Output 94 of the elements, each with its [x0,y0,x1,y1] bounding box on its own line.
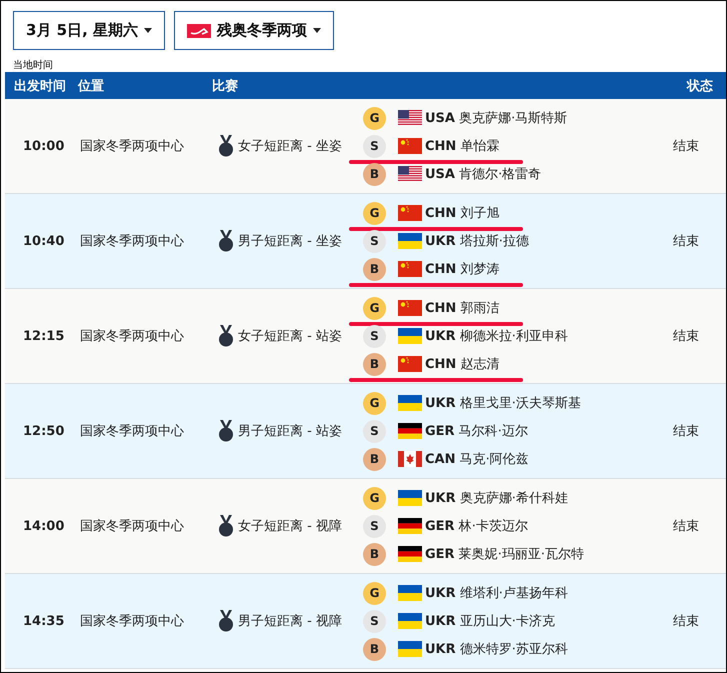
venue-name: 国家冬季两项中心 [80,328,185,345]
medal-badge: G [363,486,386,510]
venue-name: 国家冬季两项中心 [80,518,185,535]
column-header: 状态 [687,78,714,94]
venue-name: 国家冬季两项中心 [80,233,185,250]
sport-dropdown[interactable]: 残奥冬季两项 [174,11,334,50]
caret-icon [313,28,322,33]
flag-icon [398,261,422,277]
start-time: 14:35 [22,614,66,628]
medal-badge: S [363,324,386,348]
medal-badge: B [363,448,386,470]
status-text: 结束 [673,613,700,630]
event-name: 男子短距离 - 视障 [238,613,342,630]
column-header: 位置 [78,78,106,94]
column-header: 比赛 [212,78,239,94]
medal-badge: G [363,582,386,604]
medal-badge: G [363,106,386,130]
start-time: 10:00 [22,138,66,154]
column-header: 出发时间 [13,78,67,94]
medal-badge: S [363,134,386,158]
medal-icon [218,610,234,632]
start-time: 12:50 [22,424,66,438]
medal-icon [218,135,234,157]
medal-badge: G [363,202,386,224]
athlete-name: USA 奥克萨娜·马斯特斯 [425,110,568,127]
flag-icon [398,233,422,249]
event-name: 女子短距离 - 视障 [238,518,342,535]
status-text: 结束 [673,423,700,440]
athlete-name: CHN 赵志清 [425,356,500,373]
event-name: 女子短距离 - 站姿 [238,328,342,345]
athlete-name: CHN 郭雨洁 [425,300,500,317]
athlete-name: CHN 刘子旭 [425,205,500,222]
flag-icon [398,451,422,467]
medal-badge: S [363,420,386,442]
athlete-name: GER 林·卡茨迈尔 [425,518,528,535]
flag-icon [398,166,422,182]
event-name: 男子短距离 - 站姿 [238,423,342,440]
flag-icon [398,518,422,534]
event-name: 女子短距离 - 坐姿 [238,138,342,155]
athlete-name: GER 马尔科·迈尔 [425,423,528,440]
medal-icon [218,420,234,442]
athlete-name: UKR 德米特罗·苏亚尔科 [425,641,568,658]
flag-icon [398,205,422,221]
sport-logo-icon [187,24,212,38]
venue-name: 国家冬季两项中心 [80,423,185,440]
flag-icon [398,110,422,126]
medal-badge: G [363,392,386,414]
flag-icon [398,300,422,316]
flag-icon [398,613,422,629]
medal-badge: B [363,258,386,280]
medal-badge: B [363,162,386,186]
athlete-name: GER 莱奥妮·玛丽亚·瓦尔特 [425,546,584,563]
flag-icon [398,423,422,439]
athlete-name: CAN 马克·阿伦兹 [425,451,529,468]
athlete-name: CHN 刘梦涛 [425,261,500,278]
venue-name: 国家冬季两项中心 [80,613,185,630]
athlete-name: CHN 单怡霖 [425,138,500,155]
medal-badge: S [363,514,386,538]
status-text: 结束 [673,518,700,535]
status-text: 结束 [673,138,700,155]
medal-icon [218,515,234,537]
athlete-name: UKR 亚历山大·卡济克 [425,613,555,630]
athlete-name: UKR 格里戈里·沃夫琴斯基 [425,395,581,412]
flag-icon [398,585,422,601]
status-text: 结束 [673,233,700,250]
date-dropdown[interactable]: 3月 5日, 星期六 [13,11,166,50]
flag-icon [398,546,422,562]
athlete-name: UKR 柳德米拉·利亚申科 [425,328,568,345]
flag-icon [398,490,422,506]
medal-badge: B [363,352,386,376]
flag-icon [398,356,422,372]
venue-name: 国家冬季两项中心 [80,138,185,155]
flag-icon [398,328,422,344]
medal-icon [218,230,234,252]
athlete-name: UKR 奥克萨娜·希什科娃 [425,490,568,507]
athlete-name: UKR 维塔利·卢基扬年科 [425,585,568,602]
event-name: 男子短距离 - 坐姿 [238,233,342,250]
athlete-name: UKR 塔拉斯·拉德 [425,233,529,250]
athlete-name: USA 肯德尔·格雷奇 [425,166,542,183]
caret-icon [144,28,152,33]
start-time: 10:40 [22,234,66,248]
medal-icon [218,325,234,347]
timezone-note: 当地时间 [13,58,54,72]
flag-icon [398,138,422,154]
medal-badge: B [363,638,386,660]
start-time: 12:15 [22,328,66,344]
medal-badge: B [363,542,386,566]
medal-badge: S [363,610,386,632]
medal-badge: S [363,230,386,252]
flag-icon [398,395,422,411]
start-time: 14:00 [22,518,66,534]
status-text: 结束 [673,328,700,345]
flag-icon [398,641,422,657]
medal-badge: G [363,296,386,320]
